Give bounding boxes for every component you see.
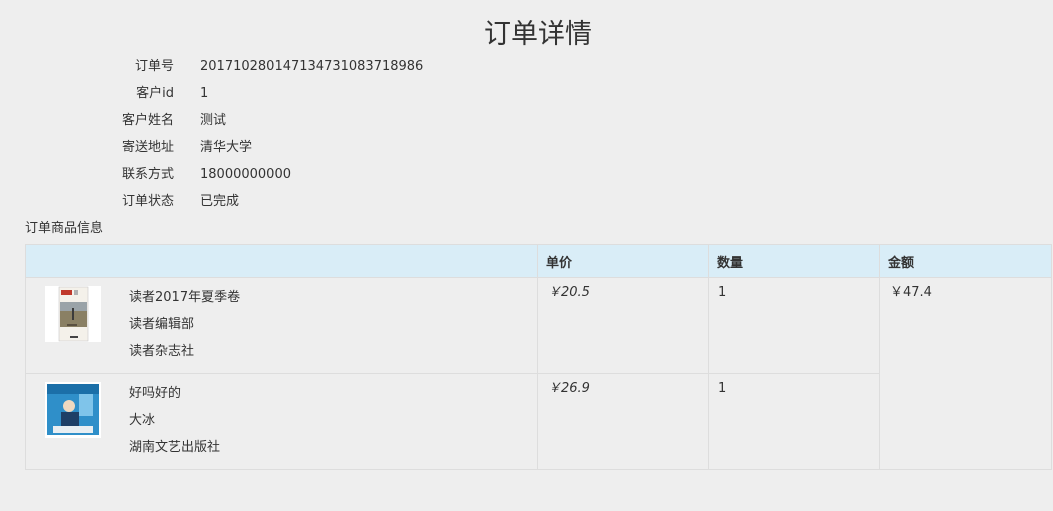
shipping-address-value: 清华大学 xyxy=(200,140,253,155)
product-title[interactable]: 读者2017年夏季卷 xyxy=(129,284,240,311)
column-header-product xyxy=(25,244,538,278)
customer-name-value: 测试 xyxy=(200,113,227,128)
quantity-cell: 1 xyxy=(708,277,880,374)
unit-price-cell: ￥20.5 xyxy=(537,277,709,374)
unit-price: ￥20.5 xyxy=(548,285,590,300)
product-publisher: 湖南文艺出版社 xyxy=(129,440,221,455)
order-number-label: 订单号 xyxy=(134,59,174,74)
table-row: 读者2017年夏季卷 读者编辑部 读者杂志社 ￥20.5 1 ￥47.4 xyxy=(25,277,1052,470)
column-header-amount: 金额 xyxy=(879,244,1052,278)
product-cell: 读者2017年夏季卷 读者编辑部 读者杂志社 xyxy=(25,277,538,374)
items-section-label: 订单商品信息 xyxy=(25,221,104,236)
quantity: 1 xyxy=(718,285,727,300)
product-author: 大冰 xyxy=(129,413,156,428)
product-cell: 好吗好的 大冰 湖南文艺出版社 xyxy=(25,373,538,470)
total-amount: ￥47.4 xyxy=(890,285,932,300)
amount-cell: ￥47.4 xyxy=(879,277,1052,470)
product-title[interactable]: 好吗好的 xyxy=(129,380,220,407)
product-author: 读者编辑部 xyxy=(129,317,195,332)
book-cover-icon[interactable] xyxy=(45,382,101,438)
customer-id-label: 客户id xyxy=(136,86,174,101)
shipping-address-label: 寄送地址 xyxy=(121,140,174,155)
order-status-value: 已完成 xyxy=(200,194,240,209)
column-header-unit-price: 单价 xyxy=(537,244,709,278)
page-title: 订单详情 xyxy=(484,19,592,50)
order-number-value: 201710280147134731083718986 xyxy=(200,59,424,74)
book-cover-icon[interactable] xyxy=(45,286,101,342)
customer-id-value: 1 xyxy=(200,86,209,101)
contact-label: 联系方式 xyxy=(121,167,174,182)
order-status-label: 订单状态 xyxy=(121,194,174,209)
column-header-quantity: 数量 xyxy=(708,244,880,278)
table-header-row: 单价 数量 金额 xyxy=(25,244,1052,278)
unit-price-cell: ￥26.9 xyxy=(537,373,709,470)
unit-price: ￥26.9 xyxy=(548,381,590,396)
customer-name-label: 客户姓名 xyxy=(121,113,174,128)
contact-value: 18000000000 xyxy=(200,167,291,182)
quantity-cell: 1 xyxy=(708,373,880,470)
order-items-table: 单价 数量 金额 读者2017年夏季卷 读者编辑部 读者杂志社 ￥20.5 1 … xyxy=(25,244,1052,470)
product-publisher: 读者杂志社 xyxy=(129,344,195,359)
quantity: 1 xyxy=(718,381,727,396)
